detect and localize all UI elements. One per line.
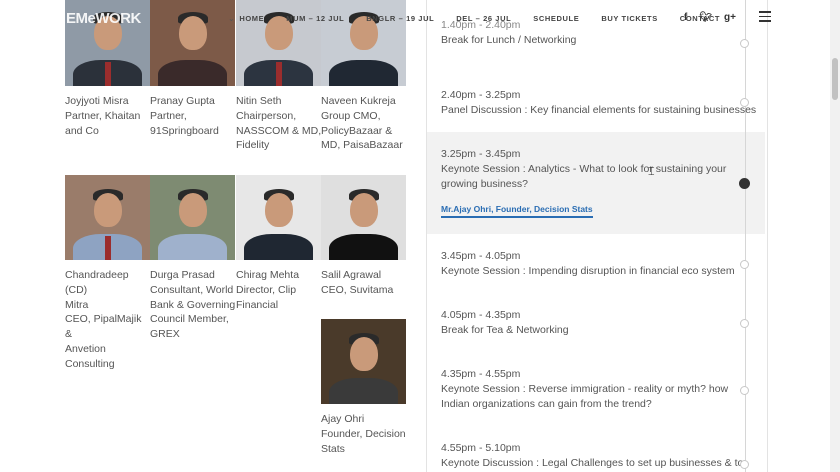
session-time: 4.55pm - 5.10pm	[441, 442, 521, 454]
speaker-title-line: Partner, Khaitan	[65, 109, 141, 122]
session-title: Break for Tea & Networking	[441, 323, 569, 336]
session-title: Keynote Session : Reverse immigration - …	[441, 382, 729, 410]
session-title: Keynote Session : Analytics - What to lo…	[441, 162, 727, 190]
speaker-photo[interactable]	[321, 175, 406, 260]
speaker-title-line: GREX	[150, 328, 180, 341]
schedule-item[interactable]: 4.35pm - 4.55pm Keynote Session : Reverse…	[441, 367, 756, 411]
timeline-dot	[740, 319, 749, 328]
speaker-photo[interactable]	[321, 319, 406, 404]
speaker-name: Pranay Gupta Partner, 91Springboard	[150, 94, 236, 138]
speaker-photo[interactable]	[65, 175, 150, 260]
speaker-card[interactable]: Pranay Gupta Partner, 91Springboard	[150, 0, 236, 138]
schedule-item[interactable]: 4.55pm - 5.10pm Keynote Discussion : Lega…	[441, 441, 756, 471]
speaker-photo[interactable]	[236, 175, 321, 260]
speaker-photo[interactable]	[150, 175, 235, 260]
speaker-title-line: PolicyBazaar &	[321, 124, 393, 137]
nav-home-label: HOME	[239, 13, 265, 23]
session-title: Keynote Discussion : Legal Challenges to…	[441, 456, 743, 469]
google-plus-icon[interactable]: g+	[724, 12, 736, 23]
nav-schedule[interactable]: SCHEDULE	[533, 14, 579, 23]
speaker-name: Durga Prasad Consultant, World Bank & Gove…	[150, 268, 236, 342]
nav-bangalore[interactable]: BNGLR – 19 JUL	[366, 14, 434, 23]
speaker-name: Ajay Ohri Founder, Decision Stats	[321, 412, 407, 456]
speaker-title-line: and Co	[65, 124, 99, 137]
speaker-name: Joyjyoti Misra Partner, Khaitan and Co	[65, 94, 151, 138]
schedule-item[interactable]: 3.45pm - 4.05pm Keynote Session : Impendi…	[441, 249, 756, 279]
speaker-card[interactable]: Durga Prasad Consultant, World Bank & Gove…	[150, 175, 236, 342]
speaker-title-line: MD, PaisaBazaar	[321, 139, 403, 152]
nav-buy-tickets[interactable]: BUY TICKETS	[601, 14, 657, 23]
speaker-name-line: Nitin Seth	[236, 95, 282, 107]
session-time: 2.40pm - 3.25pm	[441, 89, 521, 101]
timeline-dot-active	[739, 178, 750, 189]
menu-icon[interactable]	[759, 11, 771, 25]
scrollbar-thumb[interactable]	[832, 58, 838, 100]
speaker-title-line: Consultant, World	[150, 283, 234, 296]
speaker-title-line: Group CMO,	[321, 109, 381, 122]
speaker-name-line: Chandradeep (CD)	[65, 269, 129, 296]
speaker-name-line: Naveen Kukreja	[321, 95, 396, 107]
session-time: 3.25pm - 3.45pm	[441, 148, 521, 160]
session-time: 4.05pm - 4.35pm	[441, 309, 521, 321]
speaker-name-line: Joyjyoti Misra	[65, 95, 129, 107]
speaker-title-line: Bank & Governing	[150, 298, 236, 311]
speaker-name-line: Durga Prasad	[150, 269, 215, 281]
speaker-title-line: Stats	[321, 442, 345, 455]
twitter-icon[interactable]: 🐦︎	[699, 12, 712, 23]
speaker-title-line: Council Member,	[150, 313, 229, 326]
speaker-title-line: NASSCOM & MD,	[236, 124, 322, 137]
session-title: Keynote Session : Impending disruption i…	[441, 264, 735, 277]
timeline-dot	[740, 39, 749, 48]
speaker-title-line: Fidelity	[236, 139, 270, 152]
speaker-photo[interactable]	[150, 0, 235, 86]
session-time: 4.35pm - 4.55pm	[441, 368, 521, 380]
speaker-name-line: Chirag Mehta	[236, 269, 300, 281]
main-nav: ⌄ HOME MUM – 12 JUL BNGLR – 19 JUL DEL –…	[228, 0, 742, 36]
nav-home[interactable]: ⌄ HOME	[228, 14, 264, 23]
speaker-title-line: Anvetion	[65, 342, 106, 355]
schedule-item[interactable]: 2.40pm - 3.25pm Panel Discussion : Key fi…	[441, 88, 756, 118]
facebook-icon[interactable]: f	[684, 12, 687, 23]
speaker-title-line: Mitra	[65, 298, 89, 311]
session-title: Panel Discussion : Key financial element…	[441, 103, 757, 116]
speaker-name-line: Salil Agrawal	[321, 269, 382, 281]
speaker-card[interactable]: Chandradeep (CD) Mitra CEO, PipalMajik & An…	[65, 175, 151, 372]
speaker-title-line: Director, Clip	[236, 283, 297, 296]
speaker-name-line: Ajay Ohri	[321, 413, 365, 425]
speaker-title-line: Financial	[236, 298, 279, 311]
schedule-item[interactable]: 3.25pm - 3.45pm Keynote Session : Analyti…	[441, 147, 756, 191]
speaker-name: Chirag Mehta Director, Clip Financial	[236, 268, 322, 312]
speaker-card[interactable]: Ajay Ohri Founder, Decision Stats	[321, 319, 407, 456]
speaker-title-line: Founder, Decision	[321, 427, 406, 440]
speaker-card[interactable]: Salil Agrawal CEO, Suvitama	[321, 175, 407, 298]
speaker-name: Nitin Seth Chairperson, NASSCOM & MD, Fidel…	[236, 94, 322, 153]
speaker-title-line: Chairperson,	[236, 109, 297, 122]
scrollbar[interactable]	[830, 0, 840, 472]
speaker-name: Chandradeep (CD) Mitra CEO, PipalMajik & An…	[65, 268, 151, 372]
nav-delhi[interactable]: DEL – 26 JUL	[456, 14, 511, 23]
schedule-item[interactable]: 4.05pm - 4.35pm Break for Tea & Networkin…	[441, 308, 756, 338]
speaker-title-line: 91Springboard	[150, 124, 219, 137]
speaker-card[interactable]: Chirag Mehta Director, Clip Financial	[236, 175, 322, 312]
speaker-name-line: Pranay Gupta	[150, 95, 215, 107]
timeline-dot	[740, 260, 749, 269]
speaker-name: Salil Agrawal CEO, Suvitama	[321, 268, 407, 298]
chevron-down-icon: ⌄	[228, 13, 236, 23]
timeline-dot	[740, 386, 749, 395]
session-speaker-link[interactable]: Mr.Ajay Ohri, Founder, Decision Stats	[441, 204, 593, 218]
nav-mumbai[interactable]: MUM – 12 JUL	[286, 14, 344, 23]
social-links: f 🐦︎ g+	[684, 12, 736, 23]
logo[interactable]: EMeWORK	[66, 10, 141, 27]
session-time: 3.45pm - 4.05pm	[441, 250, 521, 262]
speaker-title-line: CEO, Suvitama	[321, 283, 394, 296]
speaker-title-line: CEO, PipalMajik &	[65, 313, 142, 341]
mouse-cursor-icon: ⌶	[648, 166, 655, 178]
speaker-title-line: Consulting	[65, 357, 115, 370]
timeline-dot	[740, 460, 749, 469]
timeline-dot	[740, 98, 749, 107]
speaker-title-line: Partner,	[150, 109, 187, 122]
speaker-name: Naveen Kukreja Group CMO, PolicyBazaar & MD…	[321, 94, 407, 153]
